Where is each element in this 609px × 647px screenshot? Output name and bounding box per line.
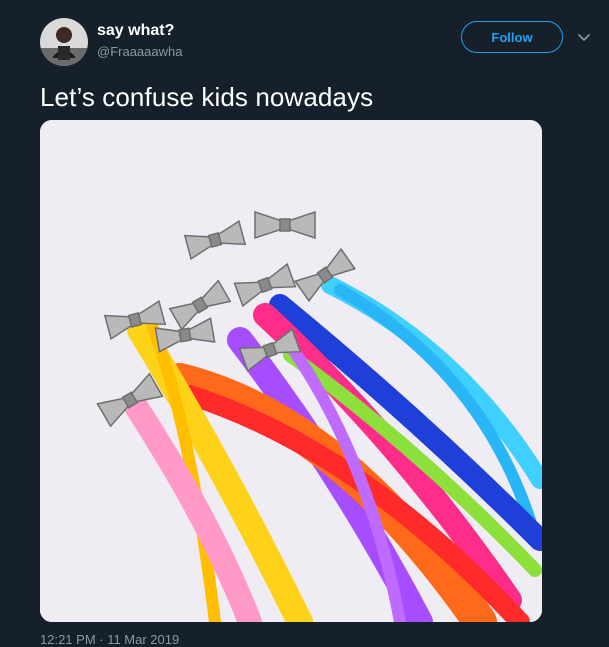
follow-button[interactable]: Follow	[461, 21, 563, 53]
user-handle[interactable]: @Fraaaaawha	[97, 44, 182, 59]
tweet-text: Let’s confuse kids nowadays	[40, 82, 374, 112]
avatar[interactable]	[40, 18, 88, 66]
chevron-down-icon[interactable]	[576, 29, 592, 45]
tweet-header: say what? @Fraaaaawha Follow	[40, 16, 595, 68]
tweet-timestamp[interactable]: 12:21 PM · 11 Mar 2019	[40, 632, 179, 647]
tweet-image[interactable]	[40, 120, 542, 622]
display-name[interactable]: say what?	[97, 22, 174, 40]
